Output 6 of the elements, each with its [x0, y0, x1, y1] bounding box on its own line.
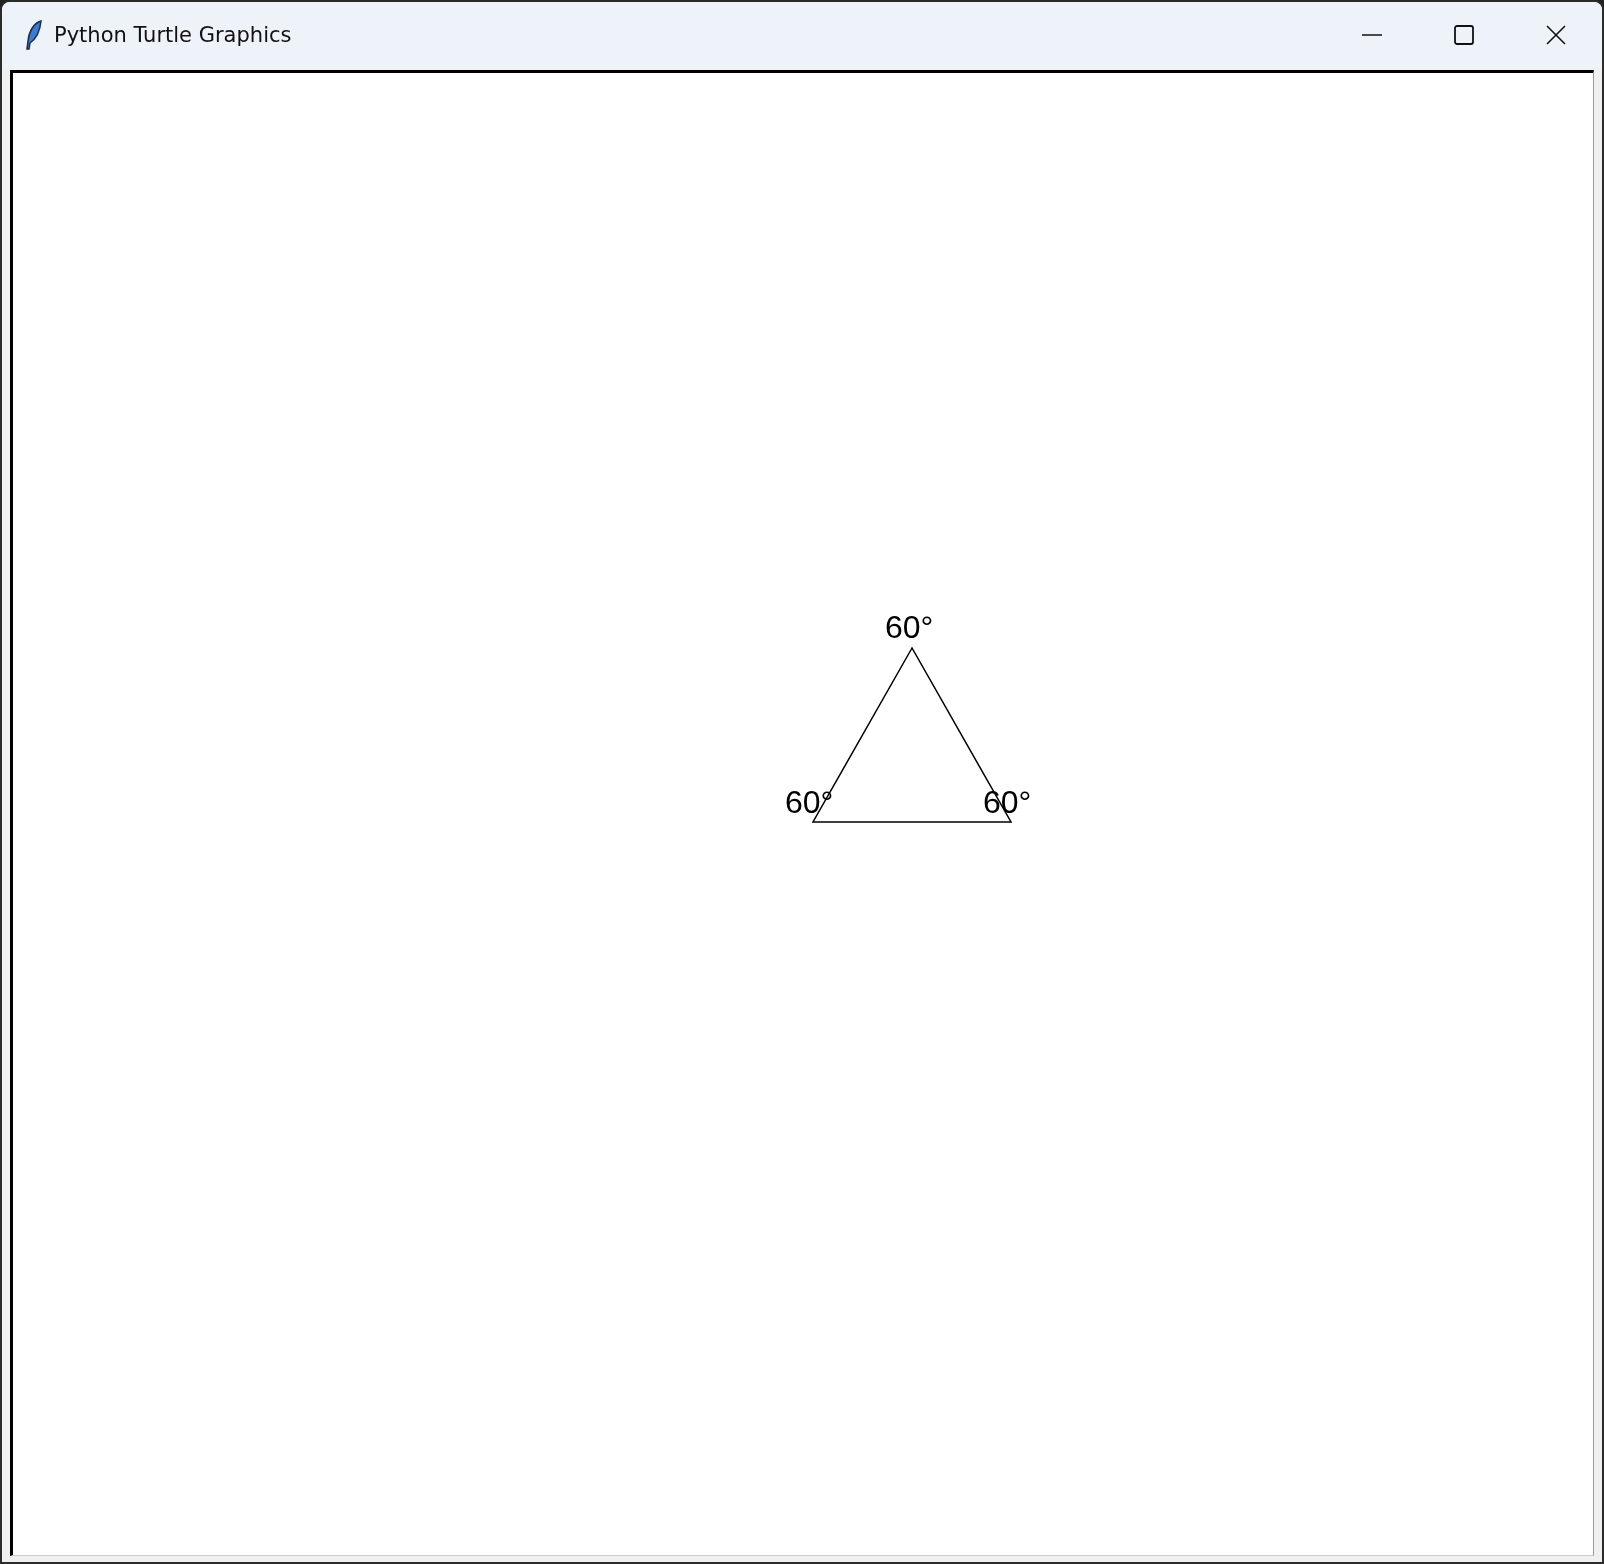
window-title: Python Turtle Graphics	[54, 23, 292, 47]
minimize-icon	[1362, 34, 1382, 36]
close-icon	[1545, 24, 1567, 46]
feather-icon	[24, 19, 44, 51]
angle-label: 60°	[885, 611, 934, 643]
maximize-icon	[1453, 24, 1475, 46]
